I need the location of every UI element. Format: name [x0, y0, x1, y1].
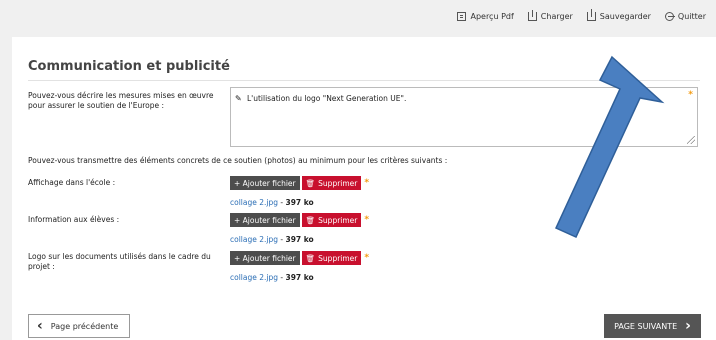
load-button[interactable]: Charger: [527, 10, 573, 21]
delete-file-button[interactable]: 🗑 Supprimer: [301, 176, 362, 190]
file-link[interactable]: collage 2.jpg: [230, 273, 278, 282]
quit-label: Quitter: [677, 12, 706, 21]
criterion-1-actions: + Ajouter fichier 🗑 Supprimer *: [230, 176, 369, 190]
criterion-label-display: Affichage dans l'école :: [28, 178, 116, 187]
pdf-preview-label: Aperçu Pdf: [470, 12, 514, 21]
load-label: Charger: [540, 12, 573, 21]
save-button[interactable]: Sauvegarder: [586, 9, 651, 21]
title-divider: [28, 80, 700, 81]
delete-file-button[interactable]: 🗑 Supprimer: [301, 213, 362, 227]
chevron-left-icon: ‹: [37, 318, 43, 334]
add-file-button[interactable]: + Ajouter fichier: [230, 176, 300, 190]
add-file-button[interactable]: + Ajouter fichier: [230, 213, 300, 227]
criterion-label-students: Information aux élèves :: [28, 215, 120, 224]
file-entry: collage 2.jpg - 397 ko: [230, 235, 314, 244]
support-measures-value: L'utilisation du logo "Next Generation U…: [247, 94, 407, 103]
chevron-right-icon: ›: [685, 318, 691, 334]
save-label: Sauvegarder: [599, 12, 651, 21]
criterion-label-logo: Logo sur les documents utilisés dans le …: [28, 252, 211, 271]
file-link[interactable]: collage 2.jpg: [230, 198, 278, 207]
support-measures-textarea[interactable]: ✎ L'utilisation du logo "Next Generation…: [230, 87, 698, 147]
upload-icon: [527, 10, 537, 21]
file-size: 397 ko: [285, 273, 314, 282]
pdf-preview-button[interactable]: Aperçu Pdf: [457, 12, 514, 21]
criteria-intro: Pouvez-vous transmettre des éléments con…: [28, 156, 448, 165]
criterion-2-actions: + Ajouter fichier 🗑 Supprimer *: [230, 213, 369, 227]
question1-label: Pouvez-vous décrire les mesures mises en…: [28, 91, 214, 110]
save-icon: [586, 9, 596, 21]
file-link[interactable]: collage 2.jpg: [230, 235, 278, 244]
quit-icon: [664, 12, 675, 21]
pencil-icon: ✎: [235, 94, 242, 103]
file-entry: collage 2.jpg - 397 ko: [230, 273, 314, 282]
trash-icon: 🗑: [305, 215, 316, 225]
next-page-label: PAGE SUIVANTE: [614, 321, 678, 331]
section-title: Communication et publicité: [28, 59, 230, 74]
form-panel: Communication et publicité Pouvez-vous d…: [12, 37, 716, 340]
previous-page-button[interactable]: ‹ Page précédente: [28, 314, 130, 338]
file-size: 397 ko: [285, 198, 314, 207]
delete-label: Supprimer: [318, 178, 358, 188]
delete-file-button[interactable]: 🗑 Supprimer: [301, 251, 362, 265]
trash-icon: 🗑: [305, 253, 316, 263]
required-star: *: [688, 90, 693, 100]
delete-label: Supprimer: [318, 215, 358, 225]
required-star: *: [364, 253, 370, 263]
pdf-icon: [457, 12, 467, 21]
trash-icon: 🗑: [305, 178, 316, 188]
top-toolbar: Aperçu Pdf Charger Sauvegarder Quitter: [457, 9, 706, 21]
quit-button[interactable]: Quitter: [664, 12, 706, 21]
previous-page-label: Page précédente: [50, 321, 119, 331]
resize-handle-icon[interactable]: [687, 136, 695, 144]
next-page-button[interactable]: PAGE SUIVANTE ›: [604, 314, 701, 338]
file-size: 397 ko: [285, 235, 314, 244]
file-entry: collage 2.jpg - 397 ko: [230, 198, 314, 207]
delete-label: Supprimer: [318, 253, 358, 263]
required-star: *: [364, 178, 370, 188]
required-star: *: [364, 215, 370, 225]
criterion-3-actions: + Ajouter fichier 🗑 Supprimer *: [230, 251, 369, 265]
add-file-button[interactable]: + Ajouter fichier: [230, 251, 300, 265]
